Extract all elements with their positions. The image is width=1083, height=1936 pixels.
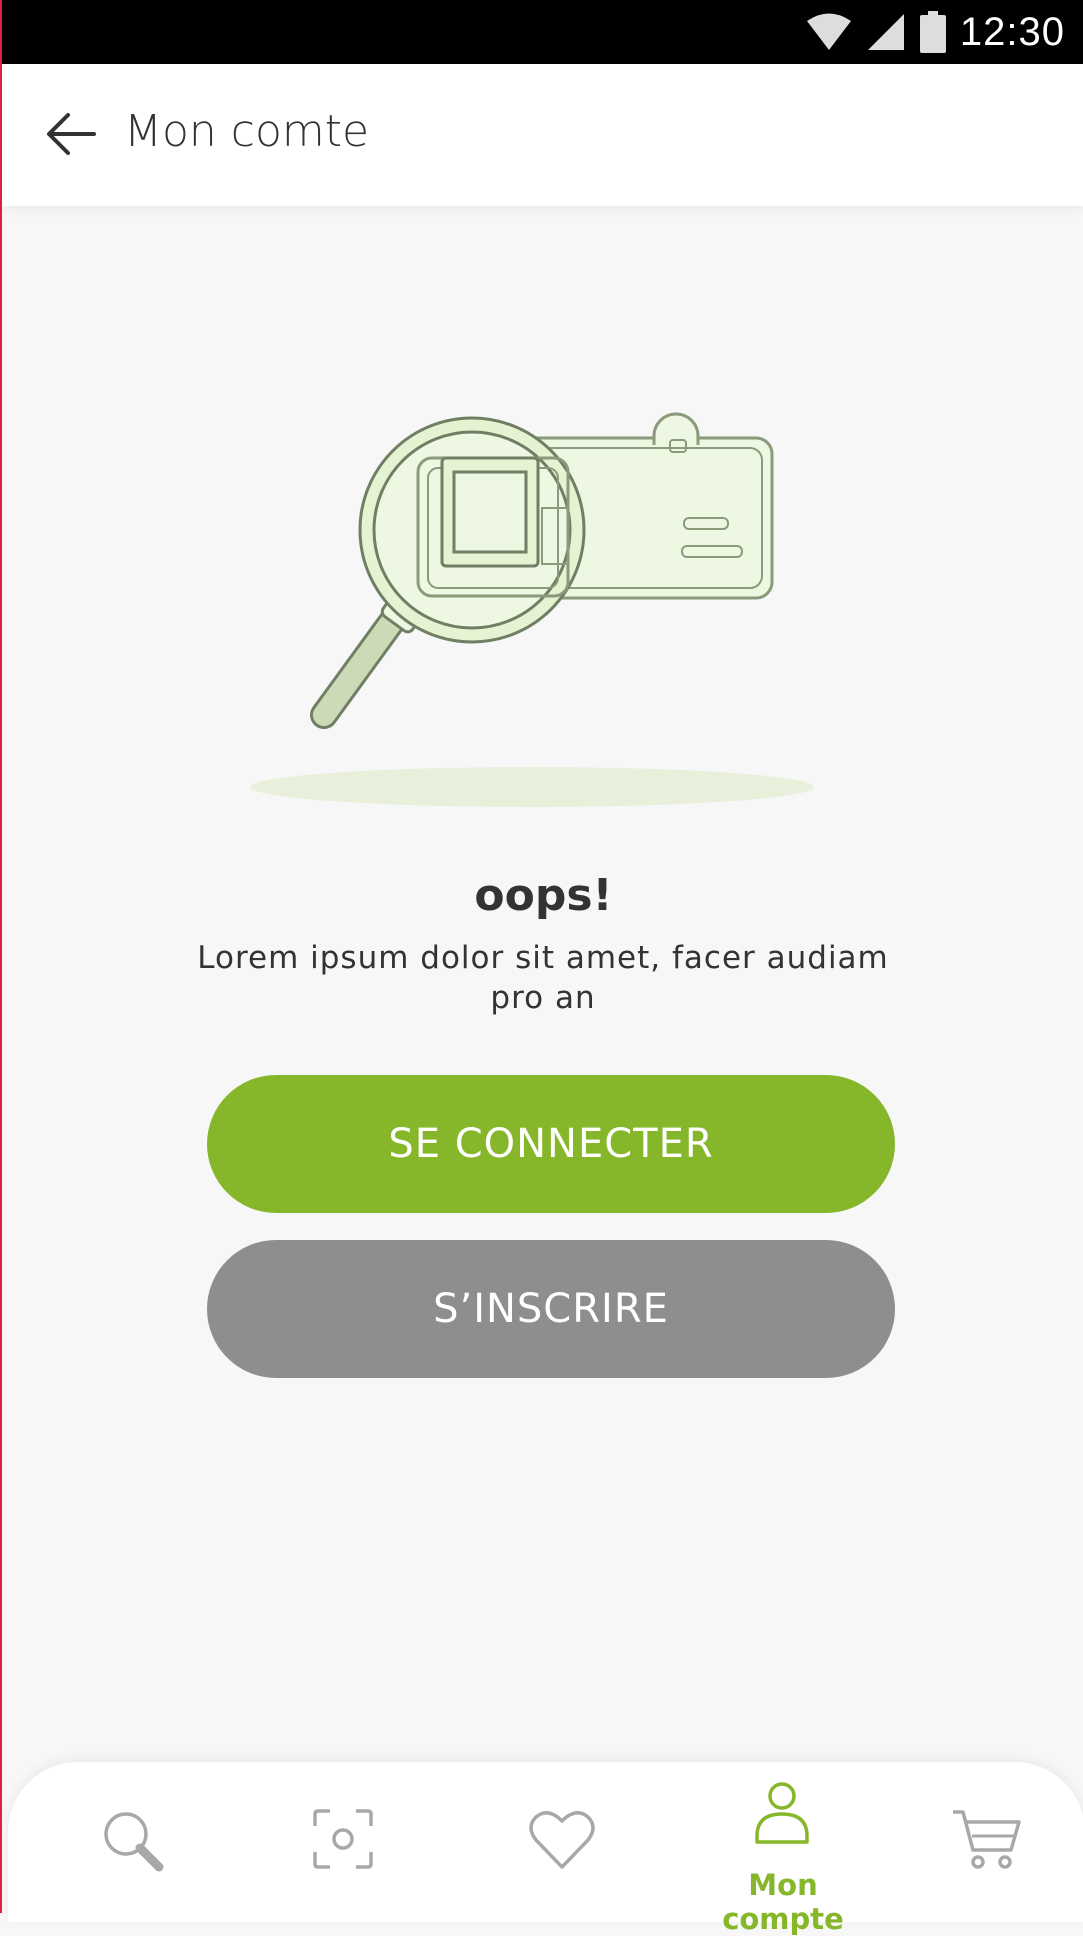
register-button[interactable]: S’INSCRIRE [207,1240,895,1378]
empty-state-description: Lorem ipsum dolor sit amet, facer audiam… [197,940,889,1016]
signal-icon [867,14,904,50]
nav-item-search[interactable] [72,1762,202,1922]
user-icon [755,1782,809,1844]
status-bar: 12:30 [2,0,1083,64]
wifi-icon [806,13,851,50]
heart-icon [529,1811,595,1869]
bottom-nav: Mon compte [8,1762,1083,1936]
arrow-left-icon [47,113,96,155]
app-bar: Mon comte [2,64,1083,206]
empty-state-title: oops! [474,870,613,921]
nav-item-account[interactable]: Mon compte [683,1762,883,1936]
magnifier-id-card-illustration [250,412,814,807]
battery-icon [919,11,946,53]
status-time: 12:30 [959,9,1065,54]
nav-item-cart[interactable] [933,1762,1063,1922]
search-icon [104,1812,164,1872]
status-icons: 12:30 [806,0,1065,64]
scan-icon [313,1809,373,1869]
cart-icon [953,1810,1021,1869]
nav-item-account-label: Mon compte [722,1868,844,1936]
connect-button[interactable]: SE CONNECTER [207,1075,895,1213]
nav-item-scan[interactable] [283,1762,413,1922]
back-button[interactable] [42,104,102,164]
page-title: Mon comte [124,106,370,157]
nav-item-favorites[interactable] [498,1762,628,1922]
